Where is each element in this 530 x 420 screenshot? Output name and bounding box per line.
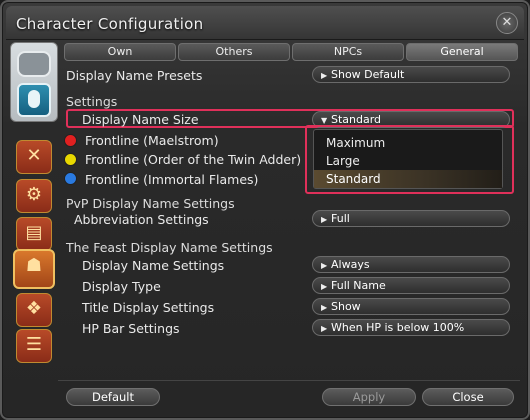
sidebar-item-party[interactable]: ❖ (16, 293, 52, 327)
card-icon: ▤ (25, 222, 43, 243)
crossed-swords-icon: ✕ (26, 145, 42, 166)
abbreviation-settings-label: Abbreviation Settings (74, 212, 209, 227)
hp-bar-label: HP Bar Settings (82, 321, 180, 336)
settings-heading: Settings (66, 94, 118, 109)
maelstrom-dot-icon (64, 134, 77, 147)
display-type-label: Display Type (82, 279, 161, 294)
pvp-heading: PvP Display Name Settings (66, 196, 235, 211)
tab-own[interactable]: Own (64, 43, 176, 61)
title-display-dropdown[interactable]: ▶ Show (312, 298, 510, 315)
display-name-presets-dropdown[interactable]: ▶ Show Default (312, 66, 510, 83)
display-name-presets-label: Display Name Presets (66, 68, 203, 83)
close-icon[interactable]: ✕ (496, 12, 518, 34)
abbreviation-settings-dropdown[interactable]: ▶ Full (312, 210, 510, 227)
option-standard[interactable]: Standard (314, 170, 502, 188)
sidebar-item-chat[interactable]: ☰ (16, 329, 52, 363)
play-arrow-icon: ▶ (321, 282, 328, 291)
title-display-value: Show (331, 300, 361, 313)
sidebar-item-battle[interactable]: ✕ (16, 140, 52, 174)
character-configuration-window: Character Configuration ✕ ✕ ⚙ ▤ ☗ ❖ ☰ Ow… (0, 0, 530, 420)
tab-others[interactable]: Others (178, 43, 290, 61)
title-bar[interactable]: Character Configuration ✕ (6, 6, 524, 40)
apply-button[interactable]: Apply (322, 388, 416, 406)
party-icon: ❖ (25, 298, 43, 319)
immortal-flames-dot-icon (64, 172, 77, 185)
mouse-icon[interactable] (17, 83, 51, 117)
input-mode-panel (10, 42, 58, 122)
default-button[interactable]: Default (66, 388, 160, 406)
tab-npcs[interactable]: NPCs (292, 43, 404, 61)
feast-display-name-dropdown[interactable]: ▶ Always (312, 256, 510, 273)
option-large[interactable]: Large (314, 152, 502, 170)
display-type-dropdown[interactable]: ▶ Full Name (312, 277, 510, 294)
twin-adder-dot-icon (64, 153, 77, 166)
category-sidebar: ✕ ⚙ ▤ ☗ ❖ ☰ (10, 42, 58, 363)
display-name-presets-value: Show Default (331, 68, 405, 81)
hp-bar-value: When HP is below 100% (331, 321, 465, 334)
play-arrow-icon: ▶ (321, 303, 328, 312)
tab-bar: Own Others NPCs General (64, 43, 520, 61)
close-button[interactable]: Close (422, 388, 514, 406)
play-arrow-icon: ▶ (321, 261, 328, 270)
gamepad-icon[interactable] (17, 51, 51, 77)
footer-divider (58, 380, 520, 381)
frontline-twin-adder-label: Frontline (Order of the Twin Adder) (85, 152, 302, 167)
feast-display-name-label: Display Name Settings (82, 258, 225, 273)
sidebar-item-character[interactable]: ☗ (13, 249, 55, 289)
frontline-maelstrom-label: Frontline (Maelstrom) (85, 133, 219, 148)
feast-heading: The Feast Display Name Settings (66, 240, 273, 255)
display-name-size-menu: Maximum Large Standard (313, 129, 503, 189)
sidebar-item-card[interactable]: ▤ (16, 217, 52, 251)
play-arrow-icon: ▶ (321, 71, 328, 80)
hp-bar-dropdown[interactable]: ▶ When HP is below 100% (312, 319, 510, 336)
window-title: Character Configuration (16, 15, 204, 33)
play-arrow-icon: ▶ (321, 324, 328, 333)
option-maximum[interactable]: Maximum (314, 134, 502, 152)
frontline-immortal-label: Frontline (Immortal Flames) (85, 172, 259, 187)
tools-icon: ⚙ (25, 184, 43, 205)
display-name-size-label: Display Name Size (82, 112, 199, 127)
feast-display-name-value: Always (331, 258, 370, 271)
display-type-value: Full Name (331, 279, 386, 292)
abbreviation-settings-value: Full (331, 212, 350, 225)
play-arrow-icon: ▶ (321, 215, 328, 224)
character-icon: ☗ (25, 255, 43, 276)
chat-icon: ☰ (25, 334, 43, 355)
title-display-label: Title Display Settings (82, 300, 215, 315)
sidebar-item-gathering[interactable]: ⚙ (16, 179, 52, 213)
tab-general[interactable]: General (406, 43, 518, 61)
